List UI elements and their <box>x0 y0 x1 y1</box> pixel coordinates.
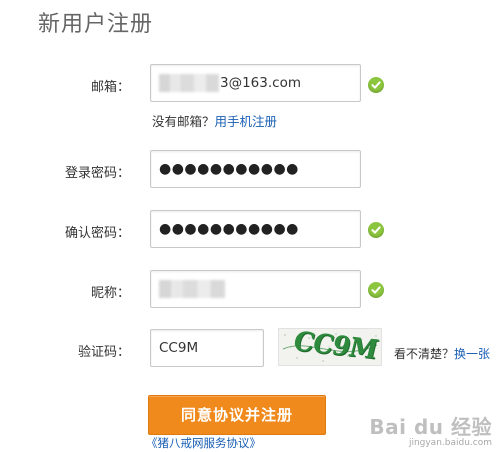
password-label: 登录密码： <box>64 166 130 181</box>
agree-and-register-button[interactable]: 同意协议并注册 <box>148 395 326 435</box>
email-hint-text: 没有邮箱？ <box>152 114 215 129</box>
watermark-logo: Bai du 经验 <box>369 415 492 439</box>
phone-register-link[interactable]: 用手机注册 <box>215 114 278 129</box>
confirm-password-label: 确认密码： <box>64 226 130 241</box>
captcha-refresh-link[interactable]: 换一张 <box>454 347 490 361</box>
email-value: 3@163.com <box>220 75 301 91</box>
confirm-password-field[interactable]: ●●●●●●●●●●● <box>150 210 361 248</box>
email-field[interactable]: 3@163.com <box>150 64 361 102</box>
nickname-field[interactable] <box>150 270 361 308</box>
captcha-refresh-hint: 看不清楚？ <box>394 347 455 361</box>
captcha-label: 验证码： <box>77 345 130 360</box>
password-field[interactable]: ●●●●●●●●●●● <box>150 150 361 188</box>
service-agreement-link[interactable]: 《猪八戒网服务协议》 <box>146 435 261 451</box>
confirm-valid-check-icon <box>368 222 384 238</box>
email-valid-check-icon <box>368 77 384 93</box>
captcha-refresh: 看不清楚？换一张 <box>394 345 490 362</box>
redacted-email-prefix <box>159 74 219 92</box>
email-label: 邮箱： <box>90 80 130 95</box>
captcha-image[interactable]: CC9M <box>278 328 382 366</box>
nickname-label: 昵称： <box>90 286 130 301</box>
page-title: 新用户注册 <box>38 12 154 37</box>
baidu-jingyan-watermark: Bai du 经验 jingyan.baidu.com <box>369 411 492 448</box>
email-hint: 没有邮箱？用手机注册 <box>152 111 277 130</box>
nickname-valid-check-icon <box>368 282 384 298</box>
captcha-input[interactable]: CC9M <box>150 329 264 367</box>
redacted-nickname <box>159 280 225 298</box>
